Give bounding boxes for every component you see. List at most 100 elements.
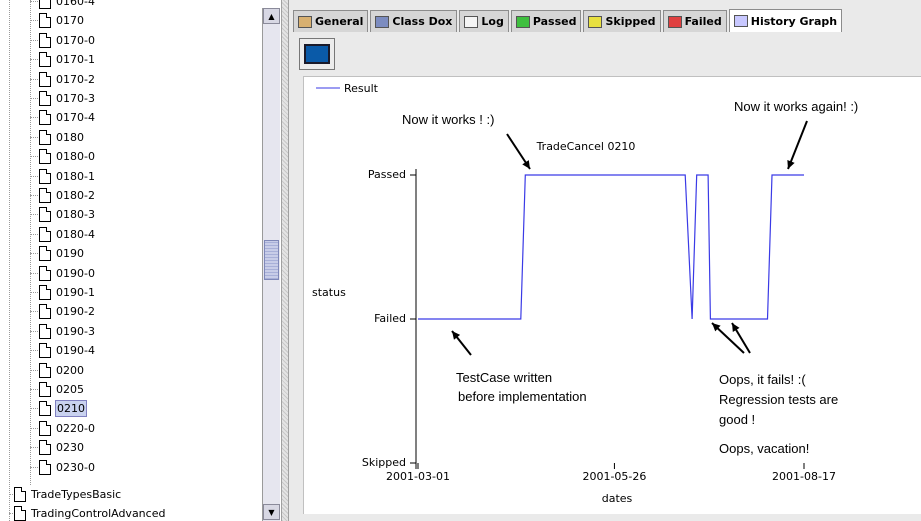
tab-label: Passed [532,15,577,28]
tree-item-label: 0220-0 [56,421,95,435]
test-tree: 0160-4 0170 0170-0 0170-1 0170-2 0170-3 0170-4… [0,0,262,521]
tree-item[interactable]: 0190-2 [30,302,96,321]
tab-label: Skipped [605,15,656,28]
tree-item[interactable]: 0180-4 [30,225,96,244]
tree-item[interactable]: TradingControlAdvanced [9,504,166,521]
tree-item[interactable]: 0210 [30,399,87,418]
tree-connector [30,214,38,216]
tab-passed[interactable]: Passed [510,10,582,32]
tree-item[interactable]: 0170-2 [30,70,96,89]
tree-item[interactable]: 0190-3 [30,322,96,341]
tree-connector [30,39,38,41]
tree-connector [30,78,38,80]
x-tick-label: 2001-03-01 [386,470,450,483]
document-icon [39,420,51,436]
tree-item-label: 0170-1 [56,53,95,67]
tree-connector [30,233,38,235]
tree-item[interactable]: 0190-4 [30,341,96,360]
log-icon [464,15,479,28]
tree-item[interactable]: 0230 [30,438,85,457]
tab-skipped[interactable]: Skipped [583,10,661,32]
document-icon [39,226,51,242]
tree-connector [30,369,38,371]
document-icon [39,401,51,417]
tree-item[interactable]: 0180 [30,128,85,147]
tree-item[interactable]: 0170 [30,11,85,30]
tab-class-dox[interactable]: Class Dox [370,10,458,32]
scroll-thumb[interactable] [264,240,279,280]
document-icon [39,91,51,106]
tree-scrollbar[interactable]: ▲ ▼ [262,8,280,521]
tree-item[interactable]: 0190-0 [30,264,96,283]
document-icon [14,506,26,521]
failed-icon [667,15,682,28]
document-icon [39,188,51,203]
document-icon [39,149,51,165]
chart-title: TradeCancel 0210 [536,140,636,153]
tab-general[interactable]: General [293,10,369,32]
tree-item[interactable]: 0160-4 [30,0,96,11]
tree-item[interactable]: TradeTypesBasic [9,485,122,504]
document-icon [39,285,51,300]
pane-splitter[interactable] [281,0,289,521]
tab-failed[interactable]: Failed [662,10,727,32]
tree-item-label: 0170-4 [56,111,95,125]
document-icon [39,304,51,320]
tree-item[interactable]: 0230-0 [30,458,96,477]
tree-item[interactable]: 0170-4 [30,108,96,127]
tree-connector [30,447,38,449]
tree-item[interactable]: 0170-0 [30,31,96,50]
document-icon [39,440,51,456]
display-button[interactable] [299,38,335,70]
y-tick-label: Passed [368,168,406,181]
x-tick-label: 2001-08-17 [772,470,836,483]
tree-item[interactable]: 0190 [30,244,85,263]
general-icon [298,15,312,28]
tree-item-label: 0200 [56,363,84,377]
tree-connector [30,427,38,429]
tree-item[interactable]: 0180-0 [30,147,96,166]
y-axis-label: status [312,286,346,299]
tab-log[interactable]: Log [459,10,509,32]
tree-item[interactable]: 0205 [30,380,85,399]
tree-item-label: 0230 [56,441,84,455]
document-icon [39,323,51,339]
document-icon [39,362,51,378]
annotation-vacation: Oops, vacation! [719,441,810,456]
tree-item[interactable]: 0180-1 [30,167,96,186]
tree-item[interactable]: 0190-1 [30,283,96,302]
history-chart: Result TradeCancel 0210 Skipped Failed Passe… [312,82,836,505]
document-icon [39,52,51,68]
tree-connector [30,136,38,138]
tree-item-label: 0180-1 [56,169,95,183]
tab-bar: General Class Dox Log Passed Skipped Failed Hi… [293,9,921,32]
tree-item[interactable]: 0180-3 [30,205,96,224]
tree-item[interactable]: 0220-0 [30,419,96,438]
annotation-works-again: Now it works again! :) [734,99,859,114]
tree-connector [30,253,38,255]
tree-item[interactable]: 0180-2 [30,186,96,205]
tab-label: Class Dox [392,15,453,28]
tree-connector [30,1,38,2]
document-icon [14,487,26,502]
tree-item[interactable]: 0170-3 [30,89,96,108]
tree-item-label: 0190-0 [56,266,95,280]
tree-item[interactable]: 0170-1 [30,50,96,69]
tree-item-label: 0190-4 [56,344,95,358]
y-tick-label: Failed [374,312,406,325]
tab-history-graph[interactable]: History Graph [728,9,843,32]
tree-item[interactable]: 0200 [30,361,85,380]
document-icon [39,129,51,145]
annotation-fails-2: Regression tests are [719,392,839,407]
tree-item-label: 0180-0 [56,150,95,164]
scroll-up-button[interactable]: ▲ [263,8,280,24]
tree-guide-line [9,0,10,521]
tree-connector [30,330,38,332]
annotation-works: Now it works ! :) [402,112,495,127]
x-axis-label: dates [602,492,633,505]
class-dox-icon [375,15,390,28]
tree-item-label: 0180-3 [56,208,95,222]
scroll-down-button[interactable]: ▼ [263,504,280,520]
tree-item-label: TradingControlAdvanced [31,507,166,520]
monitor-icon [304,44,330,64]
